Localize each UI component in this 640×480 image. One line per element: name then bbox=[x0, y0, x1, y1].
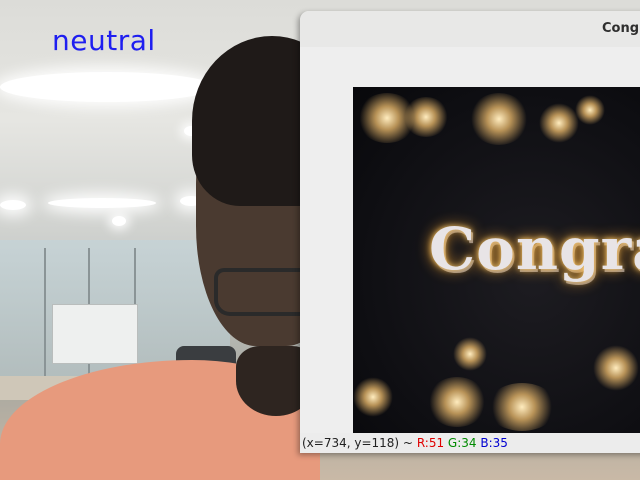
glass-frame bbox=[44, 248, 46, 378]
firework-sparkle bbox=[593, 345, 639, 391]
firework-sparkle bbox=[453, 337, 487, 371]
image-canvas[interactable]: Congrat bbox=[300, 47, 640, 433]
pixel-blue-value: B:35 bbox=[480, 436, 508, 450]
cursor-coordinates: (x=734, y=118) ~ bbox=[302, 436, 413, 450]
downlight bbox=[112, 216, 126, 226]
congrats-text: Congrat bbox=[429, 215, 640, 283]
ceiling-light bbox=[0, 72, 214, 102]
firework-sparkle bbox=[487, 383, 557, 431]
window-titlebar[interactable]: Congr bbox=[300, 11, 640, 48]
firework-sparkle bbox=[353, 377, 393, 417]
ceiling-light bbox=[48, 198, 156, 208]
firework-sparkle bbox=[539, 103, 579, 143]
person-glasses bbox=[214, 268, 308, 316]
firework-sparkle bbox=[575, 95, 605, 125]
ceiling-light bbox=[0, 200, 26, 210]
firework-sparkle bbox=[427, 377, 487, 427]
pixel-red-value: R:51 bbox=[416, 436, 445, 450]
status-bar: (x=734, y=118) ~ R:51 G:34 B:35 bbox=[300, 433, 640, 453]
congratulations-image[interactable]: Congrat bbox=[353, 87, 640, 433]
pixel-green-value: G:34 bbox=[447, 436, 477, 450]
firework-sparkle bbox=[469, 93, 529, 145]
window-title: Congr bbox=[602, 21, 640, 36]
emotion-label: neutral bbox=[52, 24, 156, 57]
firework-sparkle bbox=[403, 97, 449, 137]
image-window[interactable]: Congr Congrat (x=734, y=118) ~ R:51 G:34… bbox=[300, 11, 640, 453]
whiteboard bbox=[52, 304, 138, 364]
